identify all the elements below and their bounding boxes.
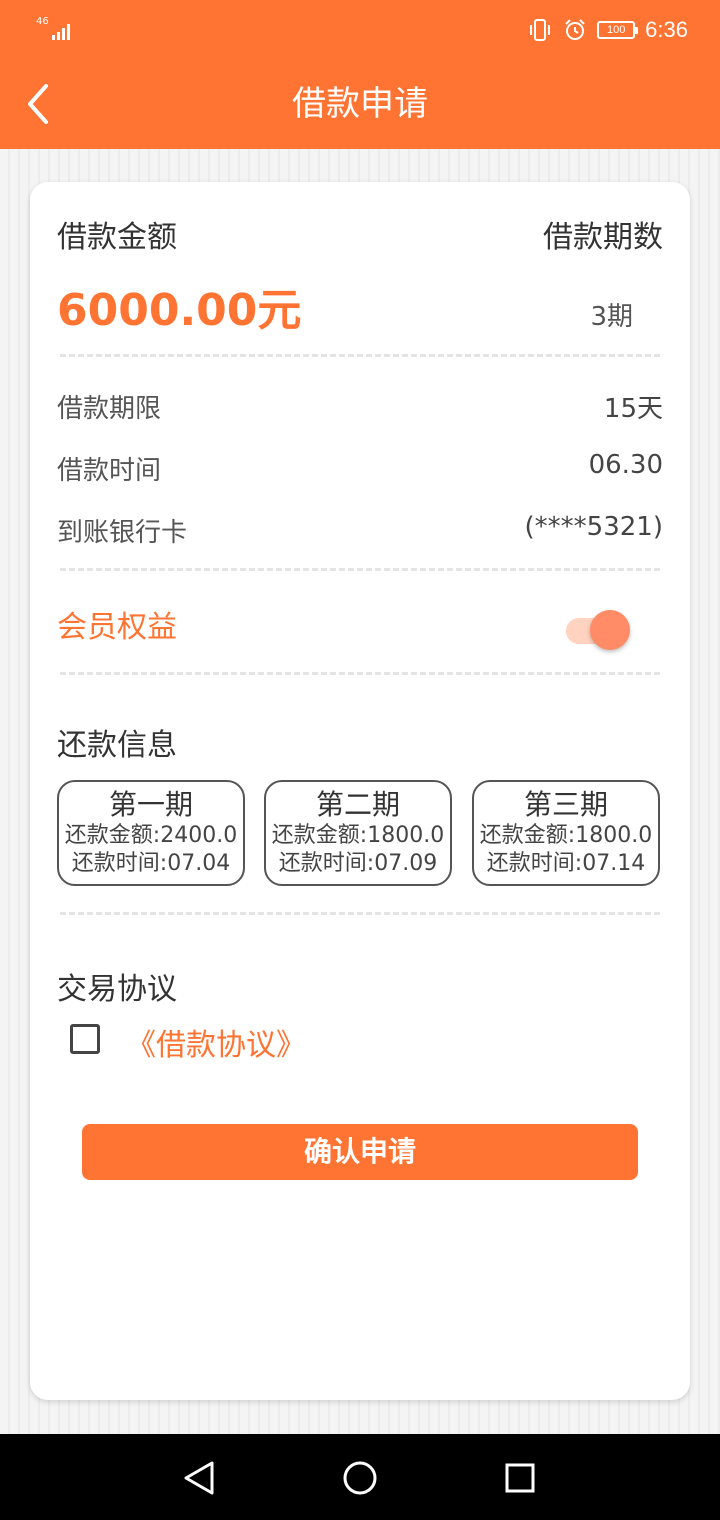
status-time: 6:36 — [645, 17, 688, 42]
divider — [60, 354, 660, 357]
plan-amount: 还款金额:1800.0 — [479, 823, 653, 848]
toggle-thumb — [590, 610, 630, 650]
member-benefits-label: 会员权益 — [57, 610, 177, 645]
triangle-back-icon — [184, 1461, 214, 1495]
nav-recents-button[interactable] — [500, 1458, 540, 1498]
repayment-plan-2[interactable]: 第二期 还款金额:1800.0 还款时间:07.09 — [264, 780, 452, 886]
loan-amount-value: 6000.00元 — [57, 285, 302, 336]
network-type-label: 46 — [36, 16, 49, 27]
plan-amount: 还款金额:2400.0 — [64, 823, 238, 848]
plan-title: 第一期 — [108, 788, 193, 821]
loan-periods-label: 借款期数 — [543, 220, 663, 255]
circle-home-icon — [343, 1461, 377, 1495]
plan-amount: 还款金额:1800.0 — [271, 823, 445, 848]
plan-date: 还款时间:07.04 — [71, 851, 231, 876]
status-bar: 46 100 6:36 — [0, 0, 720, 60]
agreement-checkbox[interactable] — [70, 1024, 100, 1054]
nav-back-button[interactable] — [180, 1458, 220, 1498]
loan-term-value: 15天 — [603, 394, 663, 424]
loan-time-label: 借款时间 — [57, 456, 162, 486]
nav-home-button[interactable] — [340, 1458, 380, 1498]
alarm-icon — [565, 19, 585, 40]
signal-icon — [52, 24, 70, 40]
status-right-group: 100 6:36 — [527, 16, 688, 44]
member-benefits-toggle[interactable] — [566, 610, 630, 650]
repayment-info-title: 还款信息 — [57, 728, 177, 763]
page-title: 借款申请 — [292, 84, 428, 124]
loan-periods-value[interactable]: 3期 — [590, 296, 633, 333]
loan-amount-label: 借款金额 — [57, 220, 177, 255]
loan-application-card: 借款金额 借款期数 6000.00元 3期 借款期限 15天 借款时间 06.3… — [30, 182, 690, 1400]
system-navigation-bar — [0, 1434, 720, 1520]
divider — [60, 568, 660, 571]
divider — [60, 912, 660, 915]
plan-title: 第三期 — [523, 788, 608, 821]
plan-date: 还款时间:07.14 — [486, 851, 646, 876]
agreement-title: 交易协议 — [57, 972, 177, 1007]
divider — [60, 672, 660, 675]
bank-card-value[interactable]: (****5321) — [525, 512, 663, 542]
plan-date: 还款时间:07.09 — [278, 851, 438, 876]
app-bar: 借款申请 — [0, 60, 720, 149]
battery-icon: 100 — [597, 21, 639, 39]
confirm-application-button[interactable]: 确认申请 — [82, 1124, 638, 1180]
signal-indicator: 46 — [36, 16, 76, 42]
square-recents-icon — [505, 1463, 535, 1493]
bank-card-label: 到账银行卡 — [57, 518, 188, 548]
loan-time-value: 06.30 — [588, 450, 663, 480]
plan-title: 第二期 — [315, 788, 400, 821]
vibrate-icon — [530, 19, 551, 41]
loan-term-label: 借款期限 — [57, 394, 162, 424]
repayment-plan-3[interactable]: 第三期 还款金额:1800.0 还款时间:07.14 — [472, 780, 660, 886]
repayment-plan-1[interactable]: 第一期 还款金额:2400.0 还款时间:07.04 — [57, 780, 245, 886]
loan-agreement-link[interactable]: 《借款协议》 — [126, 1020, 306, 1064]
